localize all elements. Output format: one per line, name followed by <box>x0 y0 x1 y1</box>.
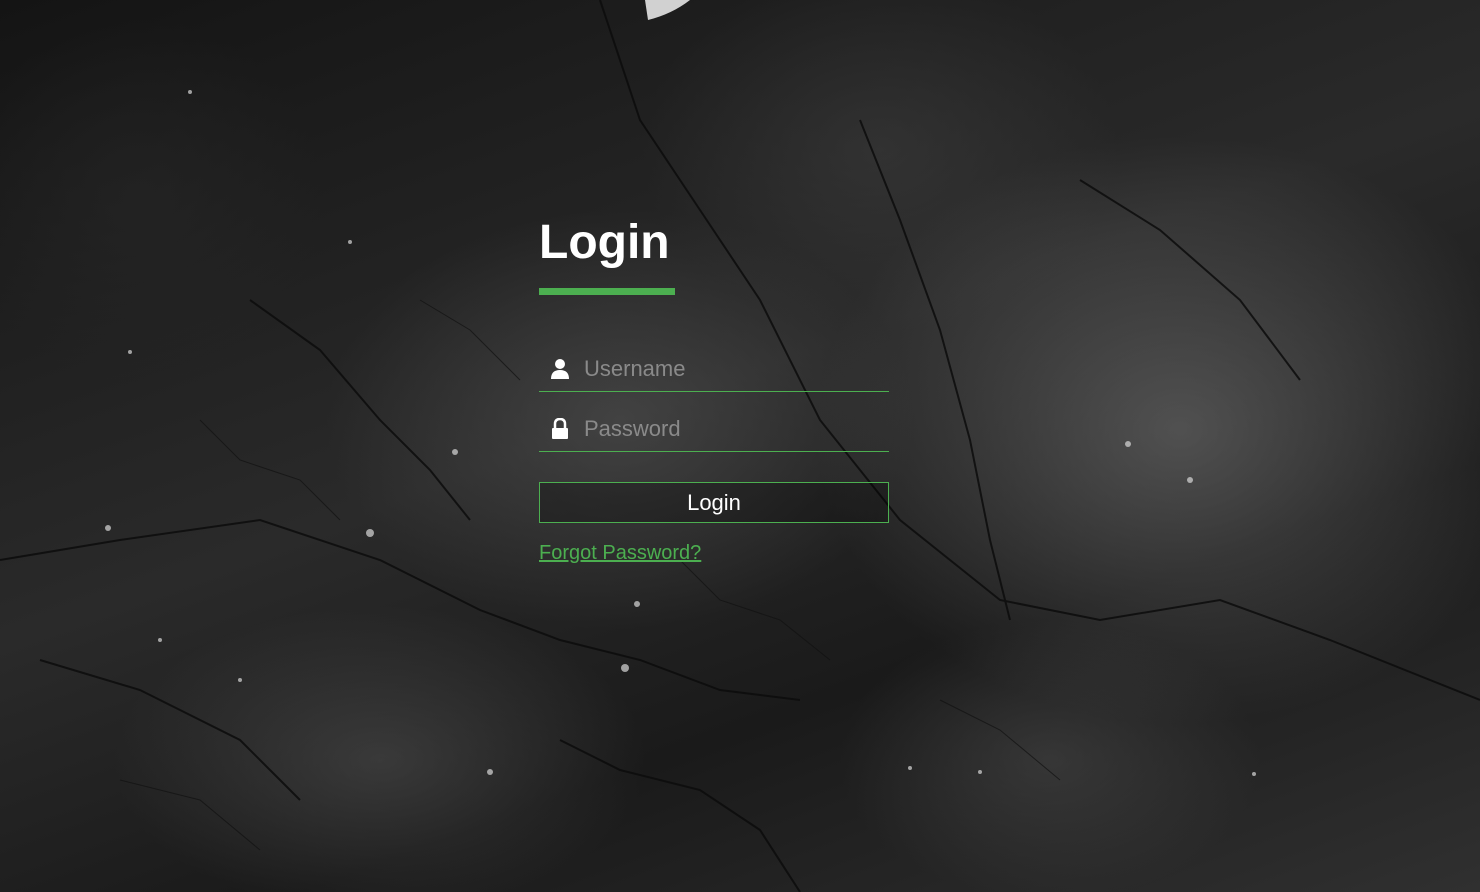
password-input[interactable] <box>577 409 889 449</box>
password-field[interactable] <box>539 407 889 452</box>
title-underline <box>539 288 675 295</box>
login-panel: Login Login Forgot Password? <box>539 210 889 565</box>
username-input[interactable] <box>577 349 889 389</box>
forgot-password-link[interactable]: Forgot Password? <box>539 542 701 565</box>
user-icon <box>543 357 577 381</box>
page-title: Login <box>539 216 670 269</box>
lock-icon <box>543 417 577 441</box>
username-field[interactable] <box>539 347 889 392</box>
login-button[interactable]: Login <box>539 482 889 523</box>
